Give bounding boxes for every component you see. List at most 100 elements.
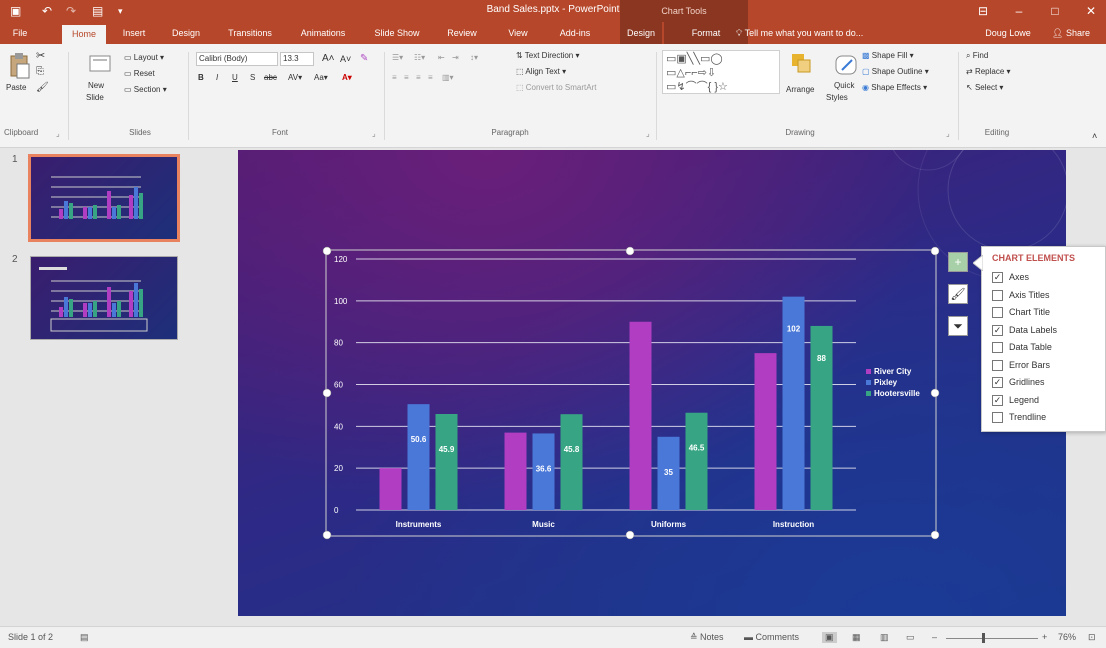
tab-transitions[interactable]: Transitions <box>220 22 280 44</box>
tell-me-box[interactable]: 💡︎ Tell me what you want to do... <box>736 22 906 44</box>
zoom-in-icon[interactable]: + <box>1042 632 1047 642</box>
chart-element-option[interactable]: Chart Title <box>992 306 1050 320</box>
shapes-gallery[interactable]: ▭▣╲╲▭◯ ▭△⌐⌐⇨⇩ ▭↯⌒⌒{ }☆ <box>662 50 780 94</box>
close-button[interactable]: ✕ <box>1076 0 1106 22</box>
tab-chart-design[interactable]: Design <box>620 22 662 44</box>
bold-icon[interactable]: B <box>198 72 204 84</box>
checkbox-icon[interactable] <box>992 359 1003 371</box>
tab-animations[interactable]: Animations <box>290 22 356 44</box>
clipboard-launcher-icon[interactable]: ⌟ <box>56 129 60 138</box>
cut-icon[interactable]: ✂ <box>36 50 45 62</box>
chart-element-option[interactable]: Trendline <box>992 411 1046 425</box>
zoom-level[interactable]: 76% <box>1058 632 1076 642</box>
paste-button[interactable]: Paste <box>6 82 26 94</box>
spell-check-icon[interactable]: ▤ <box>80 632 89 643</box>
text-direction-button[interactable]: ⇅ Text Direction ▾ <box>516 50 580 62</box>
checkbox-icon[interactable] <box>992 289 1003 301</box>
checkbox-checked-icon[interactable]: ✓ <box>992 324 1003 336</box>
new-slide-label[interactable]: New <box>88 80 104 92</box>
slide-thumbnail-2[interactable] <box>30 256 178 340</box>
font-launcher-icon[interactable]: ⌟ <box>372 129 376 138</box>
chart-element-option[interactable]: ✓ Data Labels <box>992 324 1057 338</box>
zoom-slider[interactable] <box>946 638 1038 639</box>
tab-add-ins[interactable]: Add-ins <box>550 22 600 44</box>
decrease-font-icon[interactable]: A˅ <box>340 53 351 65</box>
bullets-icon[interactable]: ☰▾ <box>392 52 403 64</box>
align-text-button[interactable]: ⬚ Align Text ▾ <box>516 66 566 78</box>
tab-insert[interactable]: Insert <box>114 22 154 44</box>
chart-elements-button[interactable]: + <box>948 252 968 272</box>
checkbox-icon[interactable] <box>992 342 1003 354</box>
slide-canvas[interactable] <box>238 150 1066 616</box>
chart-filters-button[interactable]: ⏷ <box>948 316 968 336</box>
slide-thumbnail-1[interactable] <box>28 154 180 242</box>
ribbon-display-options-icon[interactable]: ⊟ <box>968 0 998 22</box>
tab-slide-show[interactable]: Slide Show <box>366 22 428 44</box>
arrange-label[interactable]: Arrange <box>786 84 814 96</box>
font-size-select[interactable]: 13.3 <box>280 52 314 66</box>
font-family-select[interactable]: Calibri (Body) <box>196 52 278 66</box>
slide-show-icon[interactable]: ▭ <box>906 632 915 643</box>
arrange-icon[interactable] <box>790 52 812 78</box>
shape-effects-button[interactable]: ◉ Shape Effects ▾ <box>862 82 927 94</box>
select-button[interactable]: ↖ Select ▾ <box>966 82 1003 94</box>
replace-button[interactable]: ⇄ Replace ▾ <box>966 66 1011 78</box>
decrease-indent-icon[interactable]: ⇤ <box>438 52 445 64</box>
maximize-button[interactable]: □ <box>1040 0 1070 22</box>
find-button[interactable]: ⌕ Find <box>966 50 988 62</box>
reading-view-icon[interactable]: ▥ <box>880 632 889 643</box>
chart-element-option[interactable]: ✓ Gridlines <box>992 376 1045 390</box>
line-spacing-icon[interactable]: ↕▾ <box>470 52 478 64</box>
quick-styles-label-2[interactable]: Styles <box>826 92 848 104</box>
paragraph-launcher-icon[interactable]: ⌟ <box>646 129 650 138</box>
checkbox-checked-icon[interactable]: ✓ <box>992 394 1003 406</box>
clear-formatting-icon[interactable]: ✎ <box>360 53 368 65</box>
character-spacing-icon[interactable]: AV▾ <box>288 72 302 84</box>
checkbox-icon[interactable] <box>992 412 1003 424</box>
copy-icon[interactable]: ⎘ <box>36 66 44 78</box>
chart-element-option[interactable]: Error Bars <box>992 359 1050 373</box>
format-painter-icon[interactable]: 🖌︎ <box>36 82 49 94</box>
notes-button[interactable]: ≙ Notes <box>690 632 724 643</box>
numbering-icon[interactable]: ☷▾ <box>414 52 425 64</box>
zoom-slider-thumb[interactable] <box>982 633 985 643</box>
shape-outline-button[interactable]: ▢ Shape Outline ▾ <box>862 66 929 78</box>
chart-element-option[interactable]: ✓ Axes <box>992 271 1029 285</box>
checkbox-icon[interactable] <box>992 307 1003 319</box>
user-name[interactable]: Doug Lowe <box>982 22 1034 44</box>
checkbox-checked-icon[interactable]: ✓ <box>992 272 1003 284</box>
zoom-out-icon[interactable]: – <box>932 632 937 642</box>
quick-styles-label[interactable]: Quick <box>834 80 854 92</box>
increase-font-icon[interactable]: A˄ <box>322 53 335 65</box>
fit-slide-icon[interactable]: ⊡ <box>1088 632 1096 643</box>
italic-icon[interactable]: I <box>216 72 218 84</box>
minimize-button[interactable]: – <box>1004 0 1034 22</box>
normal-view-icon[interactable]: ▣ <box>822 632 837 643</box>
slide-sorter-icon[interactable]: ▦ <box>852 632 861 643</box>
convert-smartart-button[interactable]: ⬚ Convert to SmartArt <box>516 82 596 94</box>
chart-element-option[interactable]: ✓ Legend <box>992 394 1039 408</box>
tab-home[interactable]: Home <box>62 25 106 44</box>
underline-icon[interactable]: U <box>232 72 238 84</box>
checkbox-checked-icon[interactable]: ✓ <box>992 377 1003 389</box>
columns-icon[interactable]: ▥▾ <box>442 72 454 84</box>
new-slide-label-2[interactable]: Slide <box>86 92 104 104</box>
shadow-icon[interactable]: S <box>250 72 255 84</box>
tab-design[interactable]: Design <box>164 22 208 44</box>
chart-styles-button[interactable]: 🖌︎ <box>948 284 968 304</box>
comments-button[interactable]: ▬ Comments <box>744 632 799 642</box>
drawing-launcher-icon[interactable]: ⌟ <box>946 129 950 138</box>
collapse-ribbon-icon[interactable]: ˄ <box>1092 130 1097 142</box>
chart-element-option[interactable]: Data Table <box>992 341 1052 355</box>
new-slide-icon[interactable] <box>88 52 112 76</box>
change-case-icon[interactable]: Aa▾ <box>314 72 328 84</box>
section-button[interactable]: ▭ Section ▾ <box>124 84 167 96</box>
align-center-icon[interactable]: ≡ <box>404 72 409 84</box>
layout-button[interactable]: ▭ Layout ▾ <box>124 52 164 64</box>
tab-view[interactable]: View <box>500 22 536 44</box>
quick-styles-icon[interactable] <box>834 52 858 78</box>
tab-review[interactable]: Review <box>440 22 484 44</box>
font-color-icon[interactable]: A▾ <box>342 72 352 84</box>
align-left-icon[interactable]: ≡ <box>392 72 397 84</box>
strikethrough-icon[interactable]: abc <box>264 72 277 84</box>
